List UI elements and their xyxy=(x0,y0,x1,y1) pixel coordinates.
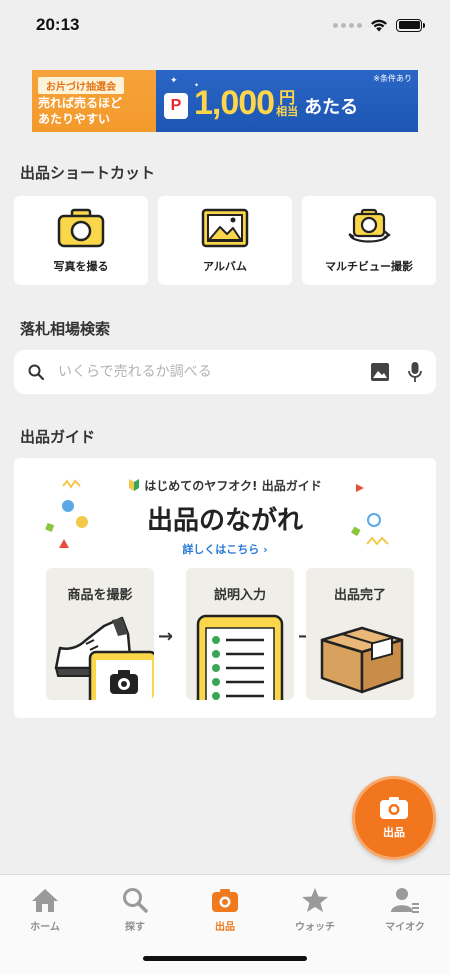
step-label: 商品を撮影 xyxy=(67,588,133,603)
tab-home[interactable]: ホーム xyxy=(0,875,90,974)
price-search-bar[interactable] xyxy=(14,350,436,394)
banner-amount: 1,000 xyxy=(194,84,275,122)
paypay-logo-icon: P xyxy=(164,93,188,119)
album-icon xyxy=(201,208,249,247)
step-label: 出品完了 xyxy=(333,588,386,603)
search-actions xyxy=(370,361,422,383)
multiview-camera-icon xyxy=(348,208,391,243)
checklist-phone-icon xyxy=(196,614,284,700)
package-box-icon xyxy=(320,626,404,694)
home-icon xyxy=(32,889,58,912)
status-icons xyxy=(333,18,425,32)
camera-icon xyxy=(57,208,105,247)
shortcut-take-photo[interactable]: 写真を撮る xyxy=(14,196,148,285)
step-complete: 出品完了 xyxy=(306,568,414,700)
step-take-photo: 商品を撮影 xyxy=(46,568,154,700)
home-indicator[interactable] xyxy=(143,956,307,961)
battery-icon xyxy=(396,18,425,32)
tab-label: ウォッチ xyxy=(295,922,335,933)
status-time: 20:13 xyxy=(36,15,80,34)
tab-label: 探す xyxy=(125,922,145,933)
beginner-mark-icon xyxy=(129,479,140,491)
user-icon xyxy=(391,888,419,913)
camera-icon xyxy=(212,889,238,912)
guide-details-link[interactable]: 詳しくはこちら › xyxy=(14,541,436,557)
shortcut-label: 写真を撮る xyxy=(53,259,109,273)
search-section-title: 落札相場検索 xyxy=(20,320,111,338)
step-description: 説明入力 xyxy=(186,568,294,700)
sparkle-icon: ✦ xyxy=(170,76,178,86)
tab-label: 出品 xyxy=(215,922,235,933)
step-arrow-icon: → xyxy=(158,626,174,647)
banner-right-panel: ✦ ✦ P 1,000 円 相当 あたる ※条件あり xyxy=(156,70,418,132)
sparkle-icon: ✦ xyxy=(194,82,200,89)
campaign-banner[interactable]: お片づけ抽選会 売れば売るほど あたりやすい ✦ ✦ P 1,000 円 相当 … xyxy=(32,70,418,132)
banner-line-2: あたりやすい xyxy=(38,111,111,126)
shortcut-album[interactable]: アルバム xyxy=(158,196,292,285)
smartphone-camera-icon xyxy=(88,650,154,700)
banner-line-1: 売れば売るほど xyxy=(38,95,123,110)
listing-guide-card[interactable]: はじめてのヤフオク! 出品ガイド 出品のながれ 詳しくはこちら › 商品を撮影 … xyxy=(14,458,436,718)
shortcuts-title: 出品ショートカット xyxy=(20,164,156,182)
image-search-icon[interactable] xyxy=(370,362,390,382)
star-icon xyxy=(302,888,328,912)
banner-cta: あたる xyxy=(304,97,359,118)
cellular-signal-icon xyxy=(333,22,362,28)
tab-label: マイオク xyxy=(385,922,425,933)
microphone-icon[interactable] xyxy=(408,361,422,383)
wifi-icon xyxy=(371,19,387,31)
guide-section-title: 出品ガイド xyxy=(20,428,96,446)
search-input[interactable] xyxy=(58,364,370,380)
list-item-fab-button[interactable]: 出品 xyxy=(352,776,436,860)
tab-my-auction[interactable]: マイオク xyxy=(360,875,450,974)
banner-note: ※条件あり xyxy=(373,74,412,83)
tab-label: ホーム xyxy=(30,922,60,933)
step-label: 説明入力 xyxy=(213,588,266,603)
banner-unit: 円 相当 xyxy=(276,87,299,118)
shortcut-multiview[interactable]: マルチビュー撮影 xyxy=(302,196,436,285)
search-icon xyxy=(123,888,148,913)
status-bar: 20:13 xyxy=(0,0,450,50)
guide-title: 出品のながれ xyxy=(146,506,303,536)
search-icon xyxy=(28,364,44,380)
fab-label: 出品 xyxy=(383,826,405,839)
shortcut-label: マルチビュー撮影 xyxy=(325,259,413,273)
shortcut-label: アルバム xyxy=(203,259,247,273)
shortcut-list: 写真を撮る アルバム マルチビュー撮影 xyxy=(14,196,436,285)
banner-tag: お片づけ抽選会 xyxy=(38,76,124,94)
banner-left-panel: お片づけ抽選会 売れば売るほど あたりやすい xyxy=(32,70,156,132)
guide-subtitle: はじめてのヤフオク! 出品ガイド xyxy=(14,477,436,494)
camera-icon xyxy=(380,797,408,819)
